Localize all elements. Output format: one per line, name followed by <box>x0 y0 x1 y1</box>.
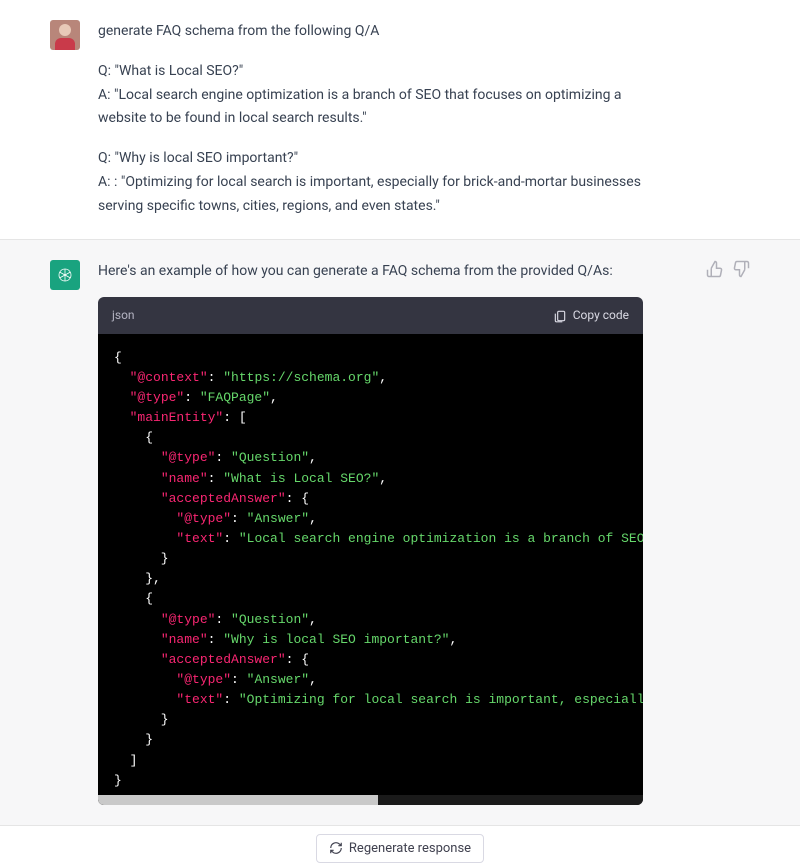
regenerate-label: Regenerate response <box>349 841 471 856</box>
regenerate-response-button[interactable]: Regenerate response <box>316 834 484 863</box>
thumbs-up-icon[interactable] <box>706 260 724 278</box>
assistant-message-row: Here's an example of how you can generat… <box>0 239 800 826</box>
assistant-message-body: Here's an example of how you can generat… <box>98 260 658 805</box>
code-body[interactable]: { "@context": "https://schema.org", "@ty… <box>98 334 643 805</box>
clipboard-icon <box>553 309 567 323</box>
user-text-p3: Q: "Why is local SEO important?" A: : "O… <box>98 147 658 218</box>
regenerate-row: Regenerate response <box>0 826 800 863</box>
code-language-label: json <box>112 305 135 325</box>
user-text-p1: generate FAQ schema from the following Q… <box>98 20 658 44</box>
horizontal-scrollbar[interactable] <box>98 795 643 805</box>
user-message-body: generate FAQ schema from the following Q… <box>98 20 658 219</box>
copy-code-label: Copy code <box>573 305 629 325</box>
thumbs-down-icon[interactable] <box>732 260 750 278</box>
code-block: json Copy code { "@context": "https://sc… <box>98 297 643 804</box>
refresh-icon <box>329 841 343 855</box>
user-message-row: generate FAQ schema from the following Q… <box>0 0 800 239</box>
feedback-buttons <box>696 260 750 805</box>
assistant-intro-text: Here's an example of how you can generat… <box>98 263 613 279</box>
user-text-p2: Q: "What is Local SEO?" A: "Local search… <box>98 60 658 131</box>
copy-code-button[interactable]: Copy code <box>553 305 629 325</box>
code-header: json Copy code <box>98 297 643 333</box>
user-avatar <box>50 20 80 50</box>
assistant-avatar <box>50 260 80 290</box>
scrollbar-thumb[interactable] <box>98 795 378 805</box>
